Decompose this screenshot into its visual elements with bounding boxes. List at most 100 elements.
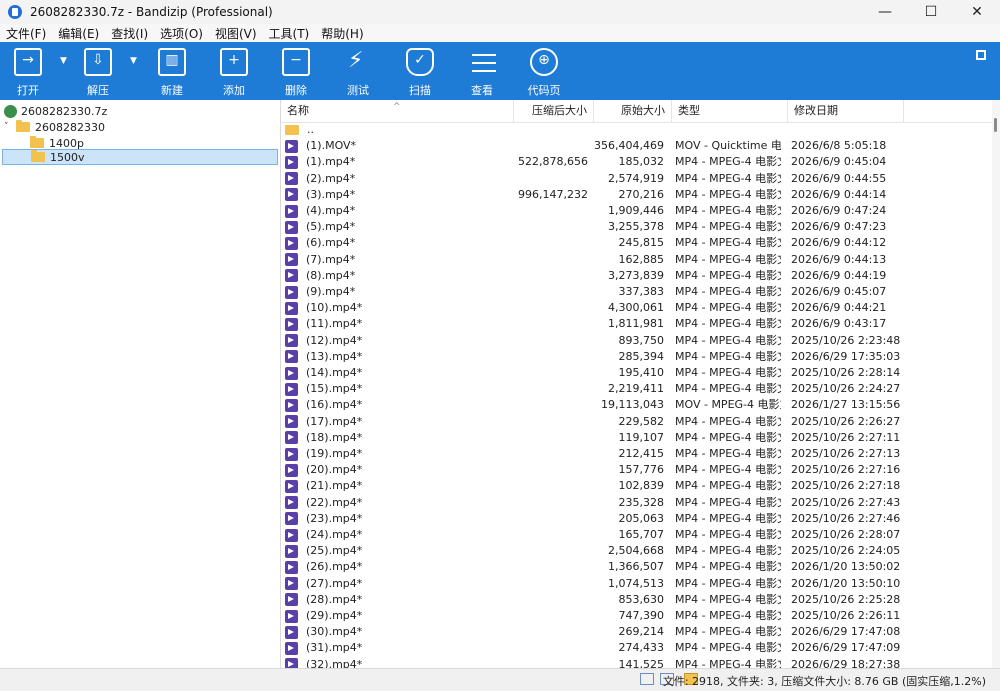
vertical-scrollbar[interactable] bbox=[992, 100, 1000, 668]
video-file-icon bbox=[285, 577, 298, 591]
table-row[interactable]: (7).mp4* 162,885 MP4 - MPEG-4 电影文... 2026/6… bbox=[281, 252, 992, 268]
table-row[interactable]: (26).mp4* 1,366,507 MP4 - MPEG-4 电影文... 202… bbox=[281, 559, 992, 575]
table-row[interactable]: (13).mp4* 285,394 MP4 - MPEG-4 电影文... 2026/… bbox=[281, 349, 992, 365]
cell-original-size: 274,433 bbox=[618, 641, 665, 655]
open-dropdown-icon[interactable]: ▼ bbox=[60, 56, 67, 66]
table-row[interactable]: (9).mp4* 337,383 MP4 - MPEG-4 电影文... 2026/6… bbox=[281, 284, 992, 300]
table-row[interactable]: (19).mp4* 212,415 MP4 - MPEG-4 电影文... 2025/… bbox=[281, 446, 992, 462]
file-name: (31).mp4* bbox=[306, 641, 363, 655]
cell-name: (20).mp4* bbox=[285, 462, 513, 478]
table-row[interactable]: .. bbox=[281, 122, 992, 138]
cell-type: MP4 - MPEG-4 电影文... bbox=[675, 625, 781, 639]
menu-edit[interactable]: 编辑(E) bbox=[52, 25, 105, 42]
details-view-icon[interactable] bbox=[640, 673, 654, 685]
scrollbar-thumb[interactable] bbox=[994, 118, 997, 132]
table-row[interactable]: (30).mp4* 269,214 MP4 - MPEG-4 电影文... 2026/… bbox=[281, 624, 992, 640]
delete-button[interactable]: − 删除 bbox=[270, 42, 322, 100]
cell-type: MP4 - MPEG-4 电影文... bbox=[675, 366, 781, 379]
open-button[interactable]: → 打开 bbox=[2, 42, 54, 100]
column-header-type[interactable]: 类型 bbox=[672, 100, 788, 122]
view-list-icon bbox=[468, 48, 496, 76]
new-archive-button[interactable]: ▥ 新建 bbox=[146, 42, 198, 100]
cell-name: .. bbox=[285, 122, 513, 138]
cell-original-size: 162,885 bbox=[618, 252, 665, 266]
chevron-down-icon[interactable]: ˅ bbox=[4, 122, 14, 132]
cell-compressed-size bbox=[516, 235, 588, 251]
table-row[interactable]: (8).mp4* 3,273,839 MP4 - MPEG-4 电影文... 2026… bbox=[281, 268, 992, 284]
table-row[interactable]: (2).mp4* 2,574,919 MP4 - MPEG-4 电影文... 2026… bbox=[281, 171, 992, 187]
column-header-name[interactable]: 名称 ^ bbox=[281, 100, 514, 122]
toolbar: → 打开 ▼ ⇩ 解压 ▼ ▥ 新建 + 添加 − 删除 测试 ✓ 扫描 查看 … bbox=[0, 42, 1000, 100]
scan-button[interactable]: ✓ 扫描 bbox=[394, 42, 446, 100]
column-header-compressed[interactable]: 压缩后大小 bbox=[514, 100, 594, 122]
table-row[interactable]: (17).mp4* 229,582 MP4 - MPEG-4 电影文... 2025/… bbox=[281, 414, 992, 430]
table-row[interactable]: (3).mp4* 996,147,232 270,216 MP4 - MPEG-4 电… bbox=[281, 187, 992, 203]
table-row[interactable]: (23).mp4* 205,063 MP4 - MPEG-4 电影文... 2025/… bbox=[281, 511, 992, 527]
cell-type: MP4 - MPEG-4 电影文... bbox=[675, 252, 781, 266]
cell-original-size: 853,630 bbox=[618, 592, 665, 606]
cell-compressed-size bbox=[516, 478, 588, 494]
table-row[interactable]: (24).mp4* 165,707 MP4 - MPEG-4 电影文... 2025/… bbox=[281, 527, 992, 543]
status-text: 文件: 2918, 文件夹: 3, 压缩文件大小: 8.76 GB (固实压缩,… bbox=[662, 675, 986, 688]
table-row[interactable]: (10).mp4* 4,300,061 MP4 - MPEG-4 电影文... 202… bbox=[281, 300, 992, 316]
tree-item-root-folder[interactable]: ˅ 2608282330 bbox=[4, 119, 274, 135]
extract-button[interactable]: ⇩ 解压 bbox=[72, 42, 124, 100]
table-row[interactable]: (21).mp4* 102,839 MP4 - MPEG-4 电影文... 2025/… bbox=[281, 478, 992, 494]
table-row[interactable]: (4).mp4* 1,909,446 MP4 - MPEG-4 电影文... 2026… bbox=[281, 203, 992, 219]
folder-icon bbox=[31, 150, 45, 162]
table-row[interactable]: (12).mp4* 893,750 MP4 - MPEG-4 电影文... 2025/… bbox=[281, 333, 992, 349]
menu-tools[interactable]: 工具(T) bbox=[263, 25, 316, 42]
menu-options[interactable]: 选项(O) bbox=[154, 25, 209, 42]
cell-original-size: 102,839 bbox=[618, 479, 665, 493]
test-button[interactable]: 测试 bbox=[332, 42, 384, 100]
cell-name: (3).mp4* bbox=[285, 187, 513, 203]
close-button[interactable]: ✕ bbox=[954, 0, 1000, 24]
table-row[interactable]: (27).mp4* 1,074,513 MP4 - MPEG-4 电影文... 202… bbox=[281, 576, 992, 592]
menu-find[interactable]: 查找(I) bbox=[105, 25, 154, 42]
cell-type: MP4 - MPEG-4 电影文... bbox=[675, 528, 781, 541]
minimize-button[interactable]: — bbox=[862, 0, 908, 24]
table-row[interactable]: (16).mp4* 19,113,043 MOV - MPEG-4 电影文... 20… bbox=[281, 397, 992, 413]
add-button[interactable]: + 添加 bbox=[208, 42, 260, 100]
tree-item-archive[interactable]: 2608282330.7z bbox=[4, 103, 274, 119]
cell-original-size: 165,707 bbox=[618, 528, 665, 541]
cell-compressed-size bbox=[516, 543, 588, 559]
table-row[interactable]: (5).mp4* 3,255,378 MP4 - MPEG-4 电影文... 2026… bbox=[281, 219, 992, 235]
parent-folder-icon bbox=[285, 125, 299, 135]
table-row[interactable]: (15).mp4* 2,219,411 MP4 - MPEG-4 电影文... 202… bbox=[281, 381, 992, 397]
cell-type: MP4 - MPEG-4 电影文... bbox=[675, 447, 781, 460]
cell-compressed-size bbox=[516, 608, 588, 624]
table-row[interactable]: (1).mp4* 522,878,656 185,032 MP4 - MPEG-4 电… bbox=[281, 154, 992, 170]
table-row[interactable]: (22).mp4* 235,328 MP4 - MPEG-4 电影文... 2025/… bbox=[281, 495, 992, 511]
menu-file[interactable]: 文件(F) bbox=[0, 25, 52, 42]
view-button[interactable]: 查看 bbox=[456, 42, 508, 100]
table-row[interactable]: (18).mp4* 119,107 MP4 - MPEG-4 电影文... 2025/… bbox=[281, 430, 992, 446]
table-row[interactable]: (6).mp4* 245,815 MP4 - MPEG-4 电影文... 2026/6… bbox=[281, 235, 992, 251]
archive-icon bbox=[4, 104, 17, 118]
table-row[interactable]: (14).mp4* 195,410 MP4 - MPEG-4 电影文... 2025/… bbox=[281, 365, 992, 381]
file-name: (17).mp4* bbox=[306, 414, 363, 428]
table-row[interactable]: (31).mp4* 274,433 MP4 - MPEG-4 电影文... 2026/… bbox=[281, 640, 992, 656]
table-row[interactable]: (32).mp4* 141,525 MP4 - MPEG-4 电影文... 2026/… bbox=[281, 657, 992, 668]
menu-view[interactable]: 视图(V) bbox=[209, 25, 263, 42]
codepage-button[interactable]: ⊕ 代码页 bbox=[518, 42, 570, 100]
table-row[interactable]: (28).mp4* 853,630 MP4 - MPEG-4 电影文... 2025/… bbox=[281, 592, 992, 608]
column-header-modified[interactable]: 修改日期 bbox=[788, 100, 904, 122]
title-bar: 2608282330.7z - Bandizip (Professional) … bbox=[0, 0, 1000, 24]
cell-name: (19).mp4* bbox=[285, 446, 513, 462]
tree-item-1500v[interactable]: 1500v bbox=[2, 149, 278, 165]
layout-toggle-icon[interactable] bbox=[976, 50, 986, 60]
folder-icon bbox=[30, 136, 44, 148]
cell-name: (4).mp4* bbox=[285, 203, 513, 219]
maximize-button[interactable]: ☐ bbox=[908, 0, 954, 24]
menu-help[interactable]: 帮助(H) bbox=[315, 25, 369, 42]
table-row[interactable]: (11).mp4* 1,811,981 MP4 - MPEG-4 电影文... 202… bbox=[281, 316, 992, 332]
table-row[interactable]: (1).MOV* 356,404,469 MOV - Quicktime 电... 2… bbox=[281, 138, 992, 154]
cell-type: MP4 - MPEG-4 电影文... bbox=[675, 479, 781, 493]
column-header-original[interactable]: 原始大小 bbox=[594, 100, 672, 122]
table-row[interactable]: (29).mp4* 747,390 MP4 - MPEG-4 电影文... 2025/… bbox=[281, 608, 992, 624]
cell-modified-date: 2026/6/9 0:44:19 bbox=[791, 268, 887, 282]
table-row[interactable]: (25).mp4* 2,504,668 MP4 - MPEG-4 电影文... 202… bbox=[281, 543, 992, 559]
table-row[interactable]: (20).mp4* 157,776 MP4 - MPEG-4 电影文... 2025/… bbox=[281, 462, 992, 478]
extract-dropdown-icon[interactable]: ▼ bbox=[130, 56, 137, 66]
